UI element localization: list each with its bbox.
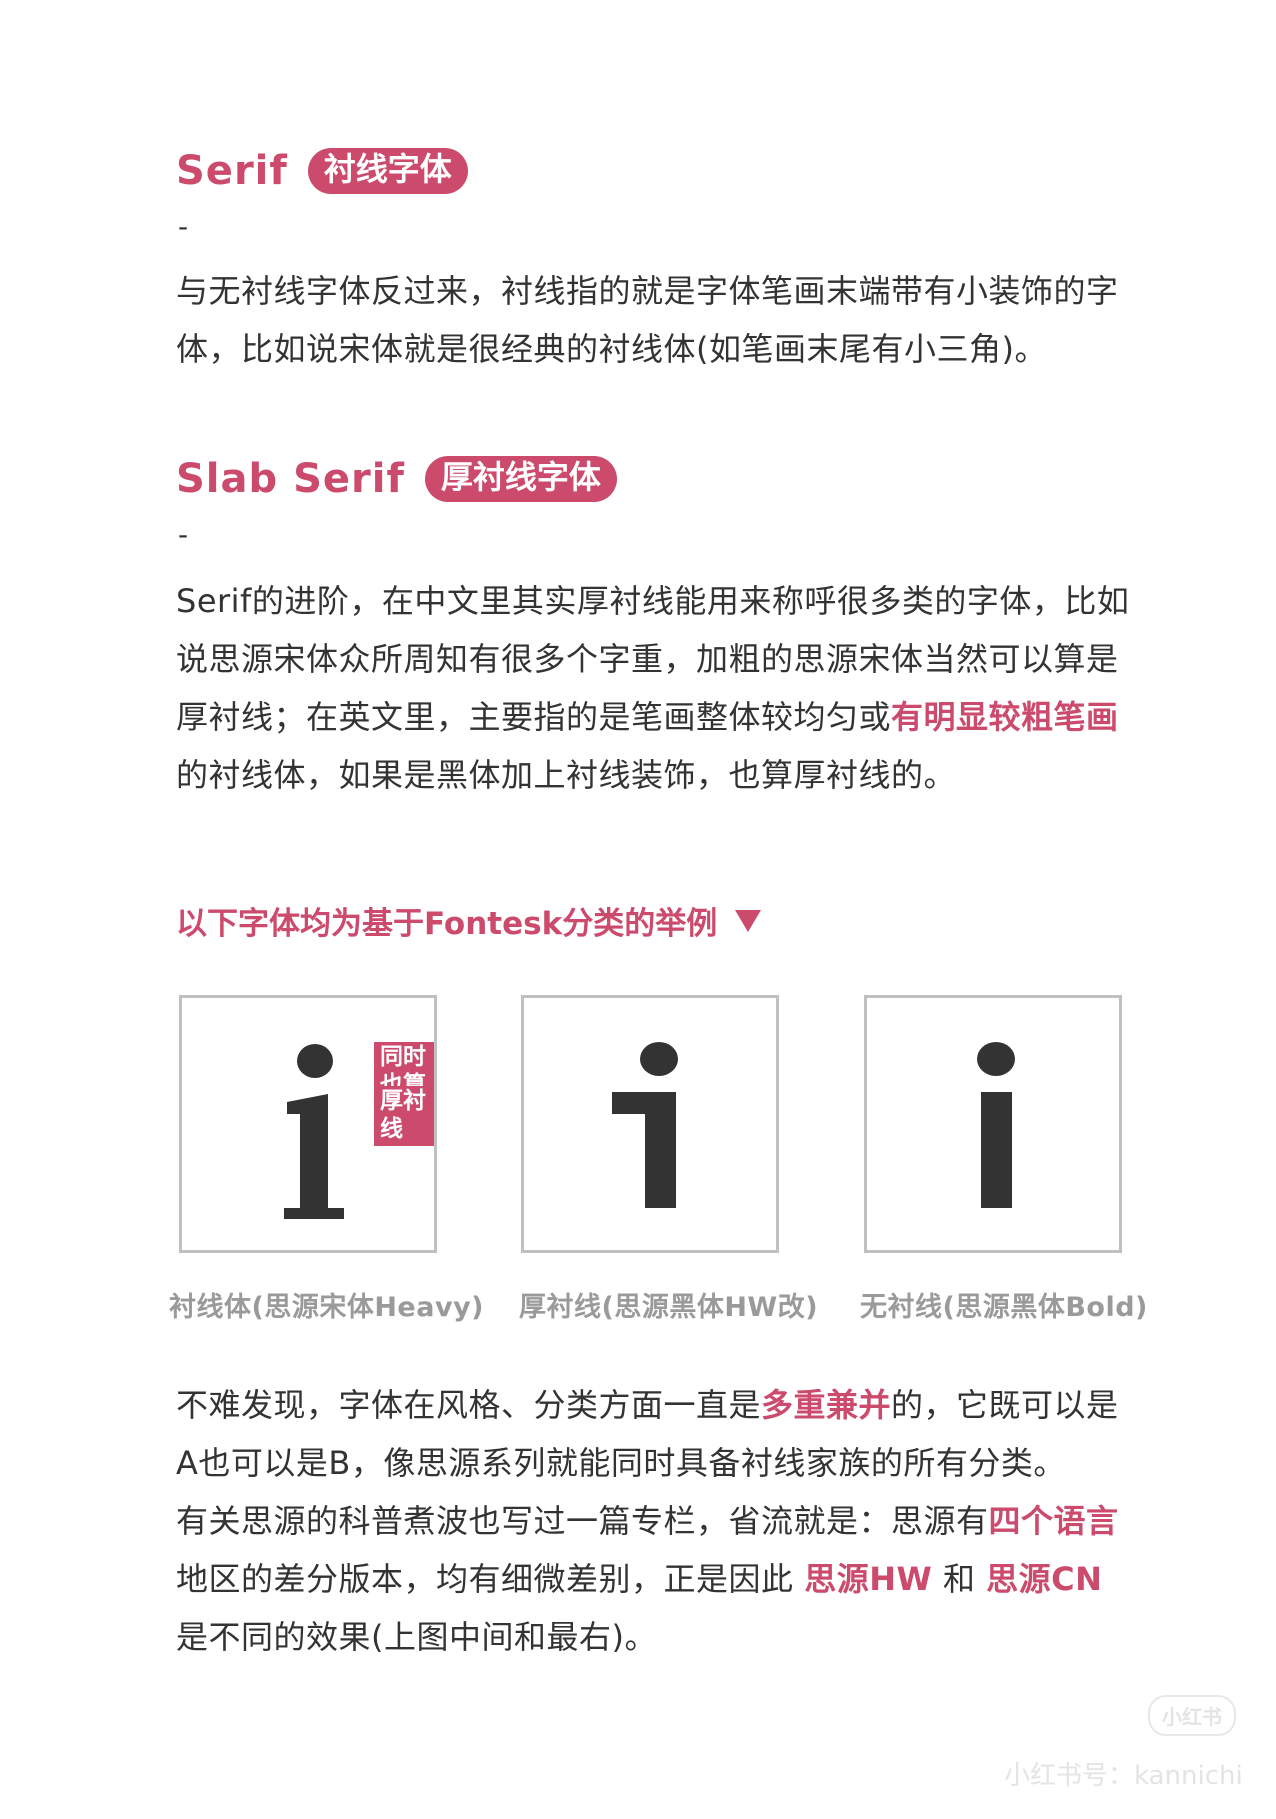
example-box-sans-serif	[864, 995, 1122, 1253]
highlight-text: 四个语言	[988, 1502, 1119, 1540]
text-run: 地区的差分版本，均有细微差别，正是因此	[176, 1560, 805, 1598]
text-run: 的衬线体，如果是黑体加上衬线装饰，也算厚衬线的。	[176, 756, 957, 794]
title-pill: 衬线字体	[307, 148, 468, 194]
highlight-text: 思源HW	[804, 1560, 933, 1598]
caption-slab-serif: 厚衬线(思源黑体HW改)	[519, 1292, 819, 1323]
caption-sans-serif: 无衬线(思源黑体Bold)	[860, 1292, 1148, 1323]
text-run: 是不同的效果(上图中间和最右)。	[176, 1618, 657, 1656]
caption-serif: 衬线体(思源宋体Heavy)	[169, 1292, 485, 1323]
text-run: 有关思源的科普煮波也写过一篇专栏，省流就是：思源有	[176, 1502, 989, 1540]
title-pill: 厚衬线字体	[424, 456, 617, 502]
watermark-logo: 小红书	[1148, 1695, 1236, 1736]
letter-i-sans-icon	[977, 1042, 1015, 1208]
examples-heading-text: 以下字体均为基于Fontesk分类的举例	[176, 906, 718, 942]
text-run: 不难发现，字体在风格、分类方面一直是	[176, 1386, 762, 1424]
paragraph-serif: 与无衬线字体反过来，衬线指的就是字体笔画末端带有小装饰的字体，比如说宋体就是很经…	[176, 272, 1119, 368]
divider-dash: -	[178, 518, 189, 551]
letter-i-slab-icon	[612, 1042, 678, 1208]
divider-dash: -	[178, 210, 189, 243]
example-box-serif: 同时也算 厚衬线	[179, 995, 437, 1253]
section-title-slab-serif: Slab Serif 厚衬线字体	[176, 456, 617, 502]
highlight-text: 有明显较粗笔画	[891, 698, 1119, 736]
examples-heading: 以下字体均为基于Fontesk分类的举例	[176, 898, 762, 943]
text-run: 和	[932, 1560, 987, 1598]
watermark-text: 小红书号：kannichi	[1004, 1761, 1243, 1791]
title-en: Slab Serif	[176, 456, 405, 502]
paragraph-closing-1: 不难发现，字体在风格、分类方面一直是多重兼并的，它既可以是A也可以是B，像思源系…	[176, 1376, 1136, 1492]
section-title-serif: Serif 衬线字体	[176, 148, 468, 194]
title-en: Serif	[176, 148, 288, 194]
example-box-slab-serif	[521, 995, 779, 1253]
highlight-text: 多重兼并	[761, 1386, 892, 1424]
triangle-down-icon	[735, 909, 762, 932]
highlight-text: 思源CN	[986, 1560, 1103, 1598]
tag-slab-serif: 厚衬线	[374, 1086, 434, 1147]
paragraph-slab-serif: Serif的进阶，在中文里其实厚衬线能用来称呼很多类的字体，比如说思源宋体众所周…	[176, 572, 1136, 804]
paragraph-closing-2: 有关思源的科普煮波也写过一篇专栏，省流就是：思源有四个语言地区的差分版本，均有细…	[176, 1492, 1136, 1666]
